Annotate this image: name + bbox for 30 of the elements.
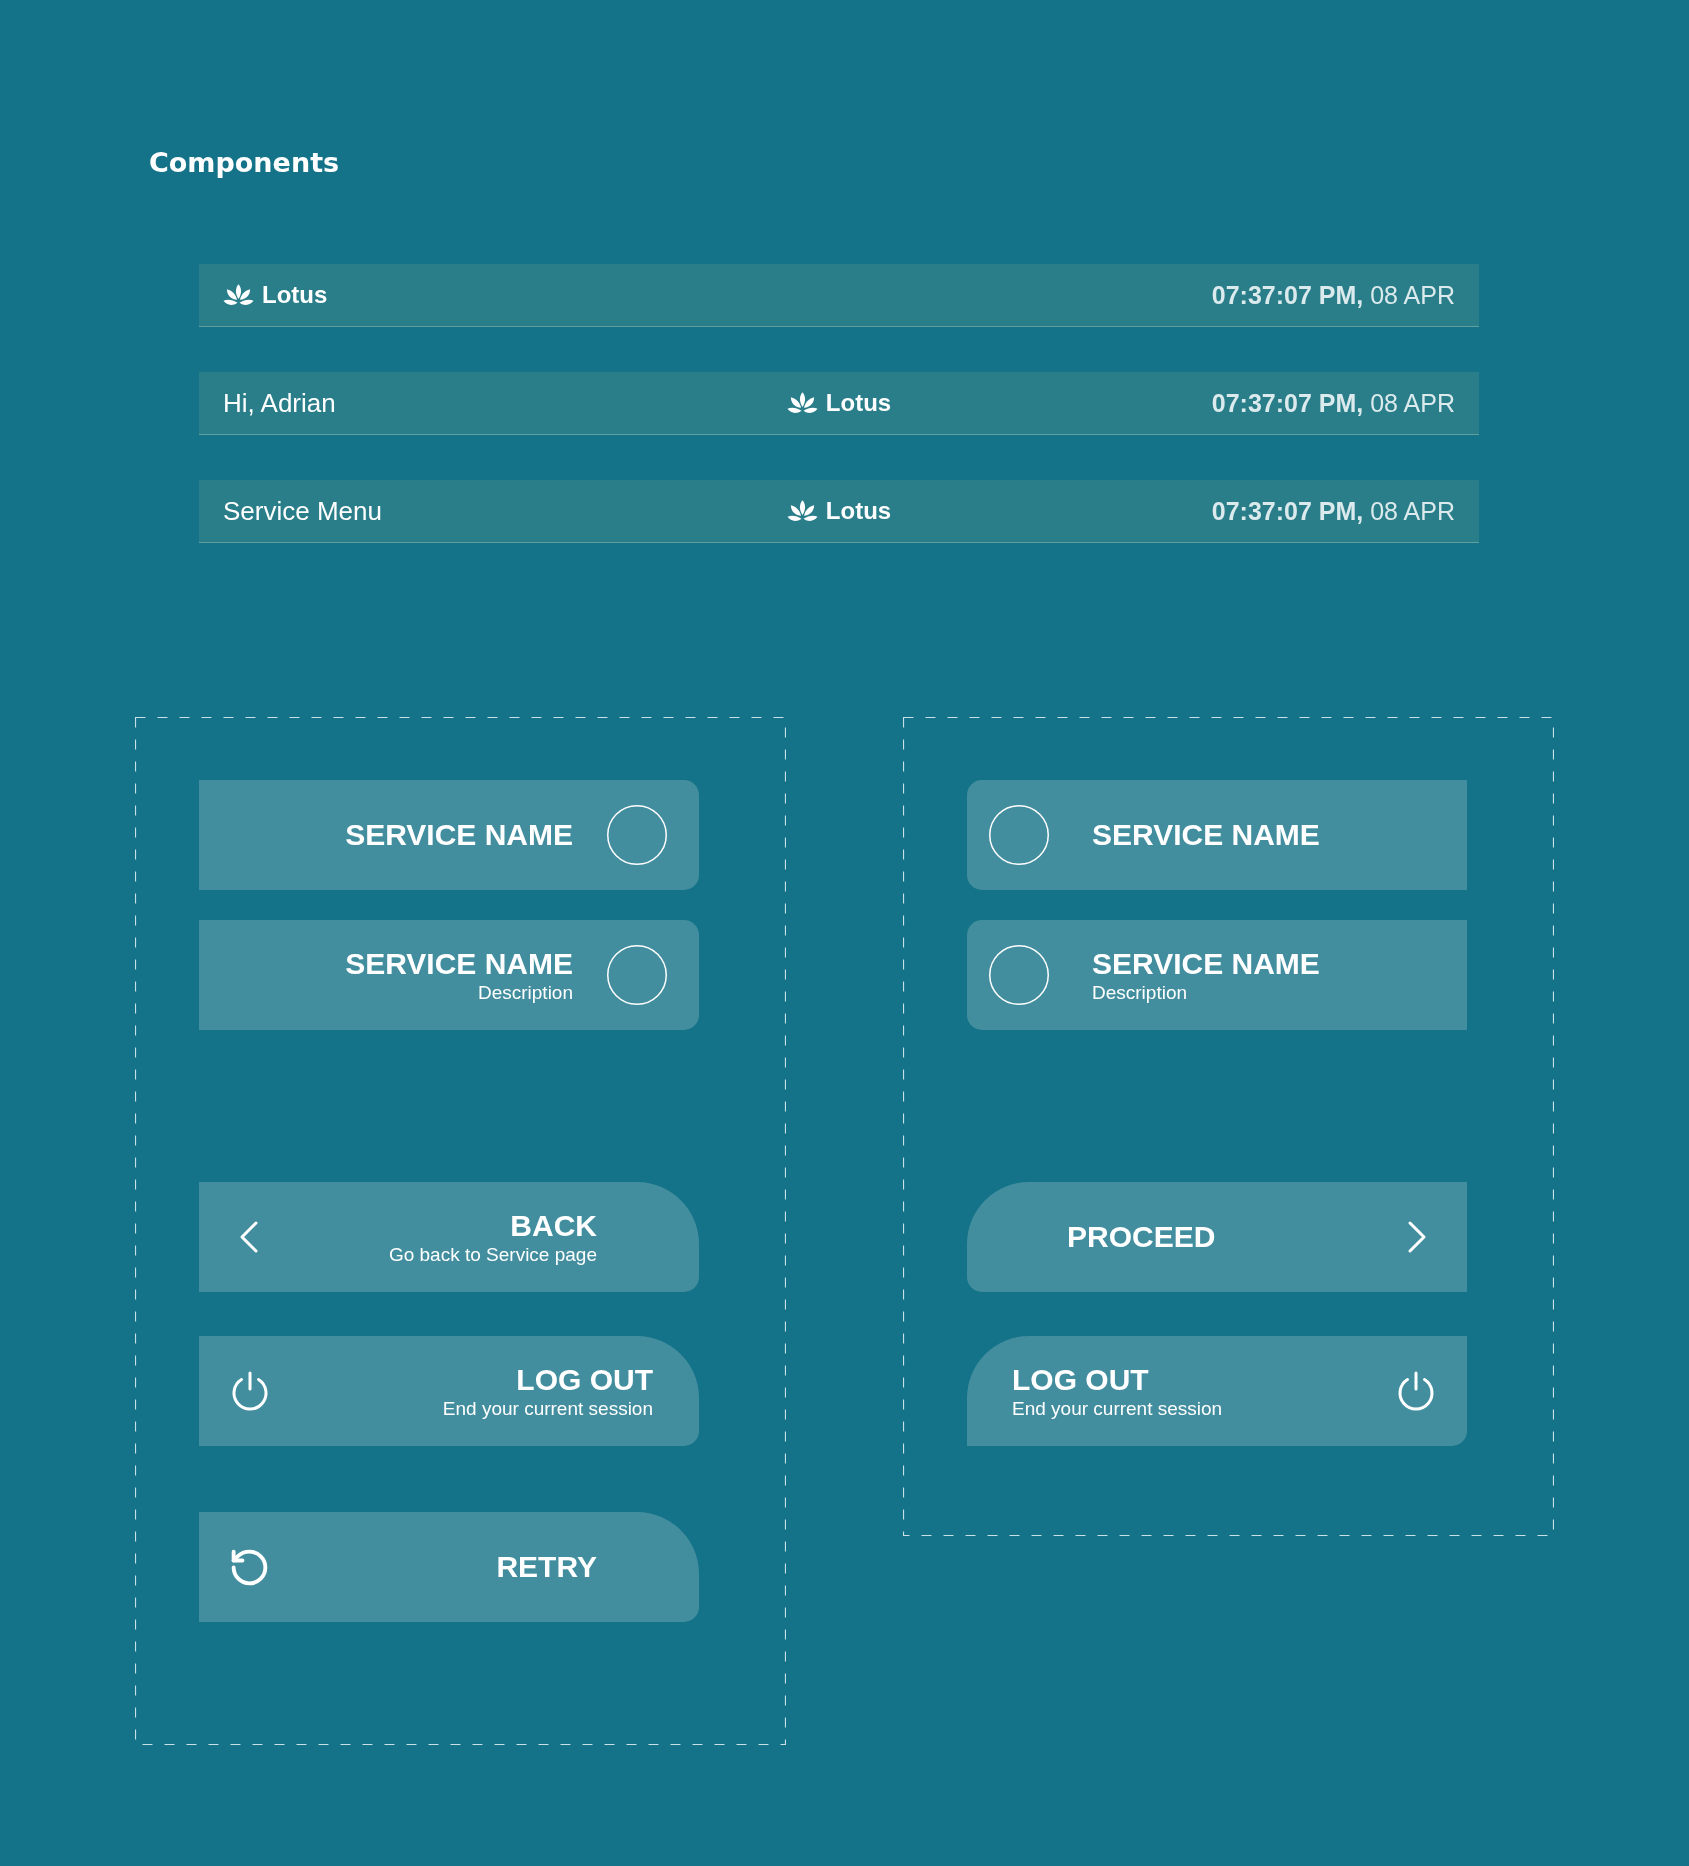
service-button[interactable]: SERVICE NAME Description [199, 920, 699, 1030]
brand-name: Lotus [825, 496, 892, 526]
retry-button[interactable]: RETRY [199, 1512, 699, 1622]
back-button[interactable]: BACK Go back to Service page [199, 1182, 699, 1292]
brand-name: Lotus [825, 388, 892, 418]
logout-button[interactable]: LOG OUT End your current session [967, 1336, 1467, 1446]
power-icon [231, 1371, 269, 1411]
circle-icon [989, 805, 1049, 865]
menu-title: Service Menu [223, 496, 382, 526]
retry-icon [231, 1548, 268, 1586]
lotus-icon [786, 391, 818, 415]
page-heading: Components [149, 146, 340, 180]
circle-icon [989, 945, 1049, 1005]
brand-name: Lotus [262, 280, 328, 310]
power-icon [1397, 1371, 1435, 1411]
circle-icon [607, 945, 667, 1005]
datetime-text: 07:37:07 PM, 08 APR [1211, 496, 1455, 526]
proceed-button[interactable]: PROCEED [967, 1182, 1467, 1292]
circle-icon [607, 805, 667, 865]
logout-button[interactable]: LOG OUT End your current session [199, 1336, 699, 1446]
chevron-left-icon [240, 1221, 258, 1253]
lotus-icon [786, 499, 818, 523]
chevron-right-icon [1408, 1221, 1426, 1253]
lotus-icon [223, 283, 254, 307]
service-button[interactable]: SERVICE NAME [967, 780, 1467, 890]
service-button[interactable]: SERVICE NAME [199, 780, 699, 890]
service-button[interactable]: SERVICE NAME Description [967, 920, 1467, 1030]
greeting-text: Hi, Adrian [223, 388, 336, 418]
datetime-text: 07:37:07 PM, 08 APR [1211, 280, 1455, 310]
datetime-text: 07:37:07 PM, 08 APR [1211, 388, 1455, 418]
